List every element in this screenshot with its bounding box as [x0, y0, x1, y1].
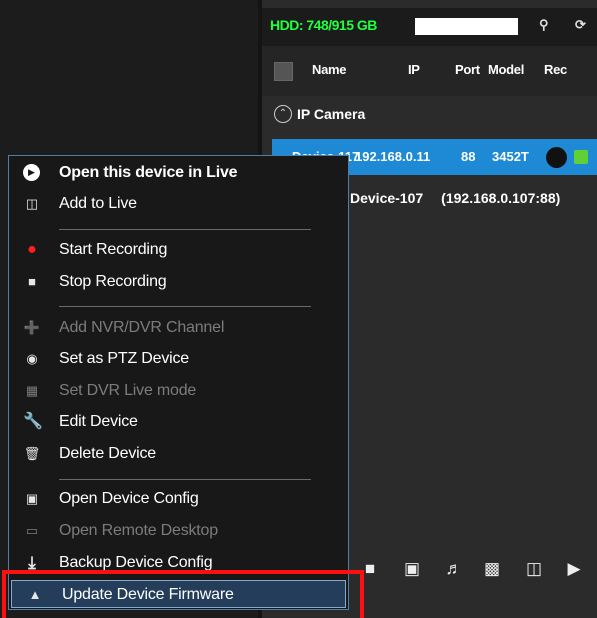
- play-icon[interactable]: ▶: [562, 557, 586, 581]
- search-icon[interactable]: ⚲: [539, 17, 549, 33]
- device-name: Device-107: [350, 190, 424, 206]
- hdd-usage: HDD: 748/915 GB: [270, 17, 377, 33]
- bottom-toolbar: ■ ▣ ♬ ▩ ◫ ▶: [350, 545, 597, 597]
- remote-desktop-icon: ▭: [25, 523, 39, 538]
- menu-item-label: Open Device Config: [59, 490, 199, 507]
- menu-item-label: Open this device in Live: [59, 164, 238, 181]
- menu-item-open-remote-desktop[interactable]: ▭ Open Remote Desktop: [9, 517, 348, 545]
- column-rec[interactable]: Rec: [544, 62, 567, 77]
- cell-ip: 192.168.0.11: [355, 149, 431, 164]
- playback-icon[interactable]: ▩: [480, 557, 504, 581]
- annotation-highlight-box: [2, 570, 364, 618]
- menu-item-start-recording[interactable]: ● Start Recording: [9, 236, 348, 264]
- select-all-checkbox[interactable]: [274, 62, 293, 81]
- column-name[interactable]: Name: [312, 62, 347, 77]
- menu-item-label: Delete Device: [59, 445, 157, 462]
- menu-item-open-in-live[interactable]: ▶ Open this device in Live: [9, 159, 348, 187]
- menu-item-edit-device[interactable]: 🔧 Edit Device: [9, 408, 348, 436]
- add-to-live-icon: ◫: [25, 196, 39, 211]
- group-row[interactable]: ⌃ IP Camera: [262, 96, 597, 132]
- stop-square-icon: ■: [28, 274, 36, 289]
- menu-item-set-dvr-live[interactable]: ▦ Set DVR Live mode: [9, 377, 348, 405]
- cell-model: 3452T: [492, 149, 529, 164]
- menu-item-add-nvr-channel[interactable]: ➕ Add NVR/DVR Channel: [9, 314, 348, 342]
- menu-item-label: Set DVR Live mode: [59, 382, 197, 399]
- record-status-icon: [546, 147, 567, 168]
- menu-separator: [59, 479, 311, 480]
- menu-item-label: Add NVR/DVR Channel: [59, 319, 225, 336]
- menu-item-label: Add to Live: [59, 195, 137, 212]
- online-status-icon: [574, 150, 588, 164]
- search-field[interactable]: [415, 18, 518, 35]
- menu-item-label: Set as PTZ Device: [59, 350, 189, 367]
- menu-item-label: Start Recording: [59, 241, 168, 258]
- camera-config-icon: ▣: [25, 491, 39, 506]
- record-dot-icon: ●: [27, 241, 37, 258]
- menu-item-stop-recording[interactable]: ■ Stop Recording: [9, 268, 348, 296]
- menu-item-label: Stop Recording: [59, 273, 167, 290]
- menu-separator: [59, 229, 311, 230]
- collapse-icon[interactable]: ⌃: [274, 105, 292, 123]
- cell-port: 88: [461, 149, 476, 164]
- grid-icon: ▦: [25, 383, 39, 398]
- menu-item-add-to-live[interactable]: ◫ Add to Live: [9, 190, 348, 218]
- menu-item-label: Edit Device: [59, 413, 138, 430]
- menu-item-open-device-config[interactable]: ▣ Open Device Config: [9, 485, 348, 513]
- trash-icon: 🗑: [23, 446, 41, 461]
- ptz-eye-icon: ◉: [26, 351, 38, 366]
- add-live-icon[interactable]: ◫: [522, 557, 546, 581]
- snapshot-icon[interactable]: ▣: [400, 557, 424, 581]
- menu-separator: [59, 306, 311, 307]
- menu-item-delete-device[interactable]: 🗑 Delete Device: [9, 440, 348, 468]
- audio-icon[interactable]: ♬: [442, 557, 466, 581]
- context-menu: ▶ Open this device in Live ◫ Add to Live…: [8, 155, 349, 610]
- device-address: (192.168.0.107:88): [441, 190, 561, 206]
- table-header: Name IP Port Model Rec: [262, 46, 597, 96]
- refresh-icon[interactable]: ⟳: [575, 17, 586, 33]
- play-circle-icon: ▶: [23, 164, 40, 181]
- table-row[interactable]: Device-107 (192.168.0.107:88): [350, 190, 560, 206]
- group-label: IP Camera: [297, 106, 366, 122]
- column-ip[interactable]: IP: [408, 62, 420, 77]
- status-bar: HDD: 748/915 GB ⚲ ⟳: [262, 8, 597, 46]
- column-port[interactable]: Port: [455, 62, 480, 77]
- add-channel-icon: ➕: [23, 320, 41, 335]
- menu-item-set-ptz[interactable]: ◉ Set as PTZ Device: [9, 345, 348, 373]
- column-model[interactable]: Model: [488, 62, 524, 77]
- wrench-icon: 🔧: [23, 413, 43, 430]
- menu-item-label: Open Remote Desktop: [59, 522, 218, 539]
